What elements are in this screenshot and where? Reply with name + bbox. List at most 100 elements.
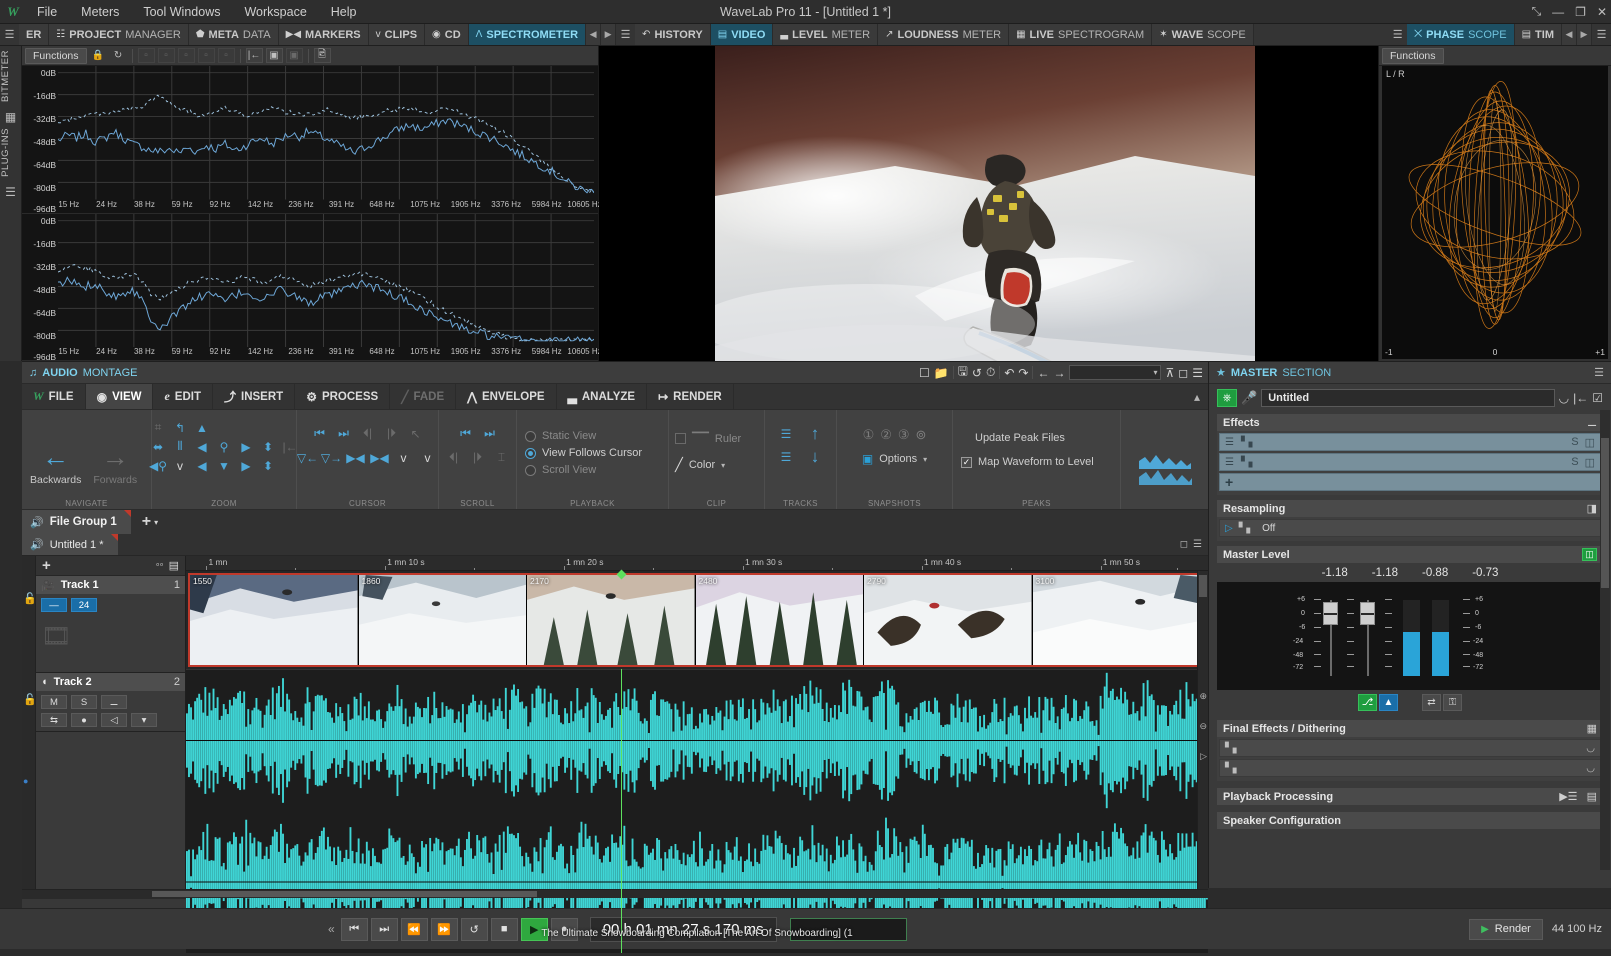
menu-icon[interactable]: ☰ bbox=[0, 185, 21, 199]
menu-item-meters[interactable]: Meters bbox=[70, 2, 130, 22]
spectrum-graph-channel-1[interactable]: 0dB -16dB -32dB -48dB -64dB -80dB -96dB bbox=[22, 66, 637, 214]
effect-slot-2[interactable]: ☰ ▘▖ S ◫ bbox=[1219, 453, 1601, 471]
effects-section-header[interactable]: Effects ⚊ bbox=[1217, 414, 1603, 431]
ribbon-tab-analyze[interactable]: ▃ ANALYZE bbox=[557, 384, 648, 409]
cursor-to-sel-end-icon[interactable]: ▽→ bbox=[321, 449, 342, 466]
unlock-icon-track2[interactable]: 🔓 bbox=[23, 693, 37, 706]
track-2-more-button[interactable]: ▾ bbox=[131, 713, 157, 727]
zoom-magnifier-icon[interactable]: ⚲ bbox=[214, 438, 235, 455]
bypass-icon[interactable]: ◫ bbox=[1585, 436, 1595, 449]
ruler-checkbox[interactable]: ▔▔ Ruler bbox=[675, 432, 741, 445]
preset-a-icon[interactable]: ▫ bbox=[137, 48, 155, 63]
horizontal-scrollbar[interactable] bbox=[22, 889, 1208, 898]
copy-icon[interactable]: ▣ bbox=[285, 48, 303, 63]
phasescope-display[interactable]: L / R -1 0 +1 bbox=[1382, 66, 1608, 359]
remove-track-icon[interactable]: ☰ bbox=[776, 448, 797, 465]
track-list-icon[interactable]: ▤ bbox=[169, 559, 179, 572]
video-clip-lane[interactable]: 1550 1860 2170 2480 2790 3100 bbox=[186, 569, 1208, 669]
zoom-left2-icon[interactable]: ◀ bbox=[192, 457, 213, 474]
track-2-monitor-button[interactable]: ◁ bbox=[101, 713, 127, 727]
menu-icon[interactable]: ☰ bbox=[1225, 437, 1234, 448]
panel-layout-icon-center[interactable]: ☰ bbox=[616, 24, 636, 45]
move-track-up-icon[interactable]: ↑ bbox=[805, 424, 826, 443]
add-track-icon[interactable]: ☰ bbox=[776, 425, 797, 442]
scrollbar-thumb[interactable] bbox=[1601, 438, 1609, 588]
select-icon[interactable]: ☐ bbox=[919, 366, 930, 380]
tab-livespectrogram[interactable]: ▦ LIVE SPECTROGRAM bbox=[1009, 24, 1153, 45]
bypass-icon[interactable]: ◫ bbox=[1585, 456, 1595, 469]
tab-nav-prev-left[interactable]: ◀ bbox=[586, 24, 602, 45]
track-indicator-icon[interactable]: ● bbox=[23, 776, 28, 786]
master-level-meters[interactable]: +6 0 -6 -24 -48 -72 +6 0 -6 -24 -48 -72 bbox=[1217, 582, 1603, 690]
bypass-icon[interactable]: ◡ bbox=[1559, 391, 1569, 405]
undo-icon[interactable]: ↶ bbox=[1004, 366, 1014, 380]
track-2-solo-button[interactable]: S bbox=[71, 695, 97, 709]
video-clip-1[interactable]: 1550 bbox=[190, 575, 359, 665]
resample-icon[interactable]: ◨ bbox=[1587, 502, 1597, 515]
tab-nav-next-left[interactable]: ▶ bbox=[601, 24, 617, 45]
cursor-prev-icon[interactable]: ⏴| bbox=[357, 425, 378, 442]
cursor-clip-end-icon[interactable]: ᴠ bbox=[417, 449, 438, 466]
checklist-icon[interactable]: ☑ bbox=[1592, 391, 1603, 405]
panel-layout-icon-right[interactable]: ☰ bbox=[1388, 24, 1408, 45]
track-header-1[interactable]: 🎥 Track 1 1 — 24 🎞 bbox=[36, 576, 185, 673]
reset-icon[interactable]: |← bbox=[1573, 391, 1588, 405]
ribbon-tab-insert[interactable]: ⤴ INSERT bbox=[213, 384, 296, 409]
zoom-right2-icon[interactable]: ▶ bbox=[236, 457, 257, 474]
snapshot-1-icon[interactable]: ① bbox=[863, 427, 875, 443]
vertical-scrollbar[interactable]: ⊕ ⊖ ▷ bbox=[1197, 571, 1208, 889]
track-2-pan-button[interactable]: ⇆ bbox=[41, 713, 67, 727]
tab-wavescope[interactable]: ✶ WAVE SCOPE bbox=[1152, 24, 1254, 45]
cursor-marker-next-icon[interactable]: ▶◀ bbox=[369, 449, 390, 466]
export-icon[interactable]: 🖻 bbox=[313, 48, 331, 63]
solo-button[interactable]: S bbox=[1571, 436, 1578, 449]
tab-truncated-left[interactable]: ER bbox=[19, 24, 50, 45]
bitmeter-rail-label[interactable]: BITMETER bbox=[0, 50, 21, 102]
track-header-2[interactable]: ◖ Track 2 2 M S ⚊ ⇆ ● ◁ ▾ bbox=[36, 673, 185, 732]
track-2-rec-button[interactable]: ● bbox=[71, 713, 97, 727]
ribbon-collapse-icon[interactable]: ▴ bbox=[1186, 384, 1208, 409]
maximize-icon[interactable]: ❐ bbox=[1575, 5, 1586, 19]
ribbon-tab-fade[interactable]: ╱ FADE bbox=[390, 384, 457, 409]
video-clip-4[interactable]: 2480 bbox=[695, 575, 864, 665]
preset-d-icon[interactable]: ▫ bbox=[197, 48, 215, 63]
cursor-pointer-icon[interactable]: ↖ bbox=[405, 425, 426, 442]
tab-markers[interactable]: ▶◀ MARKERS bbox=[278, 24, 369, 45]
playback-processing-section-header[interactable]: Playback Processing ▶☰ ▤ bbox=[1217, 788, 1603, 805]
restore-panel-icon[interactable]: ◻ bbox=[1180, 539, 1188, 550]
options-button[interactable]: ▣ Options ▾ bbox=[862, 452, 927, 466]
video-clip-5[interactable]: 2790 bbox=[864, 575, 1033, 665]
tab-clips[interactable]: ᴠ CLIPS bbox=[368, 24, 426, 45]
forwards-button[interactable]: → Forwards bbox=[93, 443, 137, 486]
track-1-badge-dashes[interactable]: — bbox=[41, 598, 67, 612]
zoom-out-time-icon[interactable]: ◀⚲ bbox=[148, 457, 169, 474]
tab-nav-next-right[interactable]: ▶ bbox=[1577, 24, 1592, 45]
tab-projectmanager[interactable]: ☷ PROJECT MANAGER bbox=[49, 24, 189, 45]
filter-icon[interactable]: ⊼ bbox=[1165, 366, 1174, 380]
ribbon-tab-render[interactable]: ↦ RENDER bbox=[647, 384, 734, 409]
zoom-left-icon[interactable]: ◀ bbox=[192, 438, 213, 455]
lock-button[interactable]: ⚿ bbox=[1443, 694, 1462, 711]
ribbon-tab-envelope[interactable]: ⋀ ENVELOPE bbox=[456, 384, 557, 409]
file-group-tab[interactable]: 🔊 File Group 1 bbox=[22, 510, 131, 534]
zoom-vfit2-icon[interactable]: ⬍ bbox=[258, 457, 279, 474]
backwards-button[interactable]: ← Backwards bbox=[30, 443, 81, 486]
zoom-full-icon[interactable]: ⬌ bbox=[148, 438, 169, 455]
video-panel[interactable] bbox=[599, 46, 1379, 361]
tab-spectrometer[interactable]: Λ SPECTROMETER bbox=[468, 24, 587, 45]
plugins-rail-label[interactable]: PLUG-INS bbox=[0, 128, 21, 177]
ribbon-tab-edit[interactable]: e EDIT bbox=[153, 384, 213, 409]
master-level-section-header[interactable]: Master Level ◫ bbox=[1217, 546, 1603, 563]
redo-icon[interactable]: ↷ bbox=[1018, 366, 1028, 380]
zoom-vertical-icon[interactable]: ⦀ bbox=[170, 438, 191, 455]
panel-layout-icon[interactable]: ☰ bbox=[1192, 366, 1203, 380]
zoom-selection-icon[interactable]: ⌗ bbox=[148, 419, 169, 436]
ribbon-tab-file[interactable]: W FILE bbox=[22, 384, 86, 409]
unlock-icon-track1[interactable]: 🔓 bbox=[23, 592, 37, 605]
add-track-plus-icon[interactable]: + bbox=[42, 557, 51, 574]
static-view-radio[interactable]: Static View bbox=[525, 430, 642, 442]
tab-history[interactable]: ↶ HISTORY bbox=[635, 24, 711, 45]
tab-loudnessmeter[interactable]: ↗ LOUDNESS METER bbox=[878, 24, 1010, 45]
restore-icon[interactable]: ⤡ bbox=[1532, 4, 1542, 19]
tab-video[interactable]: ▤ VIDEO bbox=[710, 24, 774, 45]
